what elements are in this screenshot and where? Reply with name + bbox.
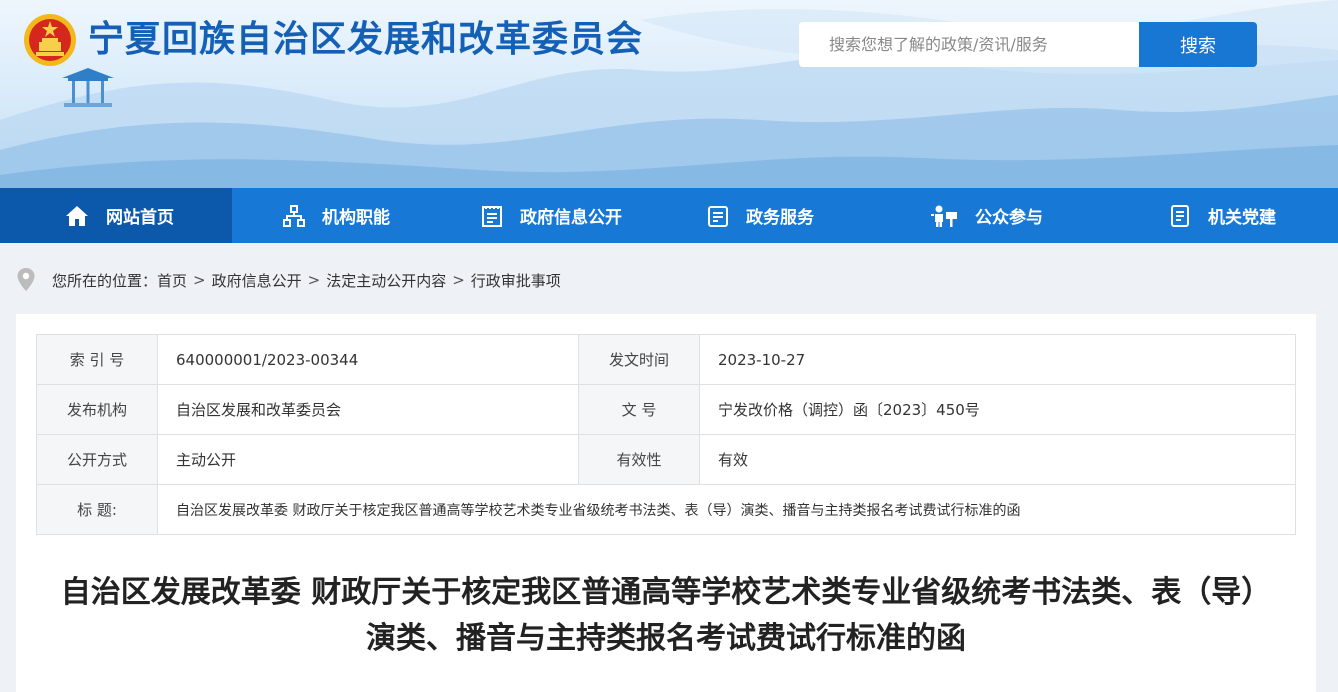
pavilion-icon [62, 68, 114, 107]
document-metadata-table: 索 引 号 640000001/2023-00344 发文时间 2023-10-… [36, 334, 1296, 535]
table-row: 公开方式 主动公开 有效性 有效 [36, 434, 1296, 485]
document-title: 自治区发展改革委 财政厅关于核定我区普通高等学校艺术类专业省级统考书法类、表（导… [60, 575, 1272, 656]
site-header: 宁夏回族自治区发展和改革委员会 搜索 [0, 0, 1338, 188]
breadcrumb-statutory-link[interactable]: 法定主动公开内容 [326, 270, 446, 291]
nav-item-gov-info[interactable]: 政府信息公开 [432, 188, 668, 243]
breadcrumb-separator: > [193, 271, 206, 289]
validity-value: 有效 [699, 434, 1296, 485]
breadcrumb-prefix: 您所在的位置： [52, 271, 158, 290]
nav-item-participation[interactable]: 公众参与 [880, 188, 1098, 243]
org-chart-icon [283, 204, 305, 227]
nav-item-org[interactable]: 机构职能 [232, 188, 432, 243]
main-nav: 网站首页 机构职能 政府信息公开 政务服务 公众参与 机关党建 [0, 188, 1338, 243]
nav-item-home[interactable]: 网站首页 [0, 188, 232, 243]
nav-item-label: 公众参与 [975, 208, 1043, 228]
index-value: 640000001/2023-00344 [157, 334, 579, 385]
nav-item-party[interactable]: 机关党建 [1098, 188, 1338, 243]
search-button[interactable]: 搜索 [1139, 22, 1257, 67]
table-row: 标 题: 自治区发展改革委 财政厅关于核定我区普通高等学校艺术类专业省级统考书法… [36, 484, 1296, 535]
table-row: 索 引 号 640000001/2023-00344 发文时间 2023-10-… [36, 334, 1296, 385]
org-value: 自治区发展和改革委员会 [157, 384, 579, 435]
date-label: 发文时间 [578, 334, 700, 385]
title-value: 自治区发展改革委 财政厅关于核定我区普通高等学校艺术类专业省级统考书法类、表（导… [157, 484, 1296, 535]
nav-item-label: 政务服务 [746, 208, 814, 228]
location-pin-icon [17, 268, 35, 291]
breadcrumb: 您所在的位置： 首页 > 政府信息公开 > 法定主动公开内容 > 行政审批事项 [16, 265, 561, 295]
document-list-icon [708, 205, 728, 227]
site-title[interactable]: 宁夏回族自治区发展和改革委员会 [88, 14, 643, 66]
title-label: 标 题: [36, 484, 158, 535]
national-emblem-icon [24, 14, 76, 66]
docno-value: 宁发改价格（调控）函〔2023〕450号 [699, 384, 1296, 435]
search-input[interactable] [799, 22, 1139, 67]
breadcrumb-gov-info-link[interactable]: 政府信息公开 [212, 270, 302, 291]
nav-item-label: 机关党建 [1208, 208, 1276, 228]
nav-item-label: 网站首页 [106, 208, 174, 228]
mode-value: 主动公开 [157, 434, 579, 485]
nav-item-label: 政府信息公开 [520, 208, 622, 228]
nav-item-services[interactable]: 政务服务 [668, 188, 880, 243]
index-label: 索 引 号 [36, 334, 158, 385]
table-row: 发布机构 自治区发展和改革委员会 文 号 宁发改价格（调控）函〔2023〕450… [36, 384, 1296, 435]
people-icon [931, 205, 957, 227]
nav-item-label: 机构职能 [322, 208, 390, 228]
org-label: 发布机构 [36, 384, 158, 435]
docno-label: 文 号 [578, 384, 700, 435]
breadcrumb-home-link[interactable]: 首页 [157, 270, 187, 291]
newspaper-icon [482, 205, 502, 227]
breadcrumb-separator: > [307, 271, 321, 289]
breadcrumb-approval-link[interactable]: 行政审批事项 [471, 270, 561, 291]
content-panel: 索 引 号 640000001/2023-00344 发文时间 2023-10-… [16, 314, 1316, 692]
mode-label: 公开方式 [36, 434, 158, 485]
validity-label: 有效性 [578, 434, 700, 485]
breadcrumb-separator: > [452, 271, 465, 289]
home-icon [66, 205, 88, 226]
file-icon [1171, 204, 1189, 227]
date-value: 2023-10-27 [699, 334, 1296, 385]
